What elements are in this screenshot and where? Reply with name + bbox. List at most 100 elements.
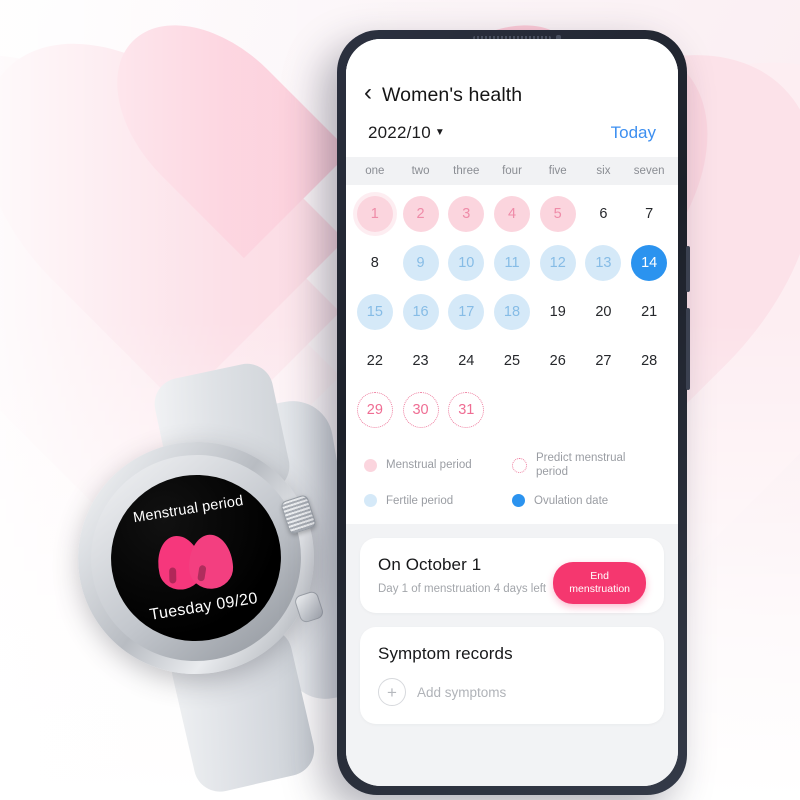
symptom-records-card: Symptom records + Add symptoms	[360, 627, 664, 725]
calendar-cell[interactable]: 12	[535, 240, 581, 286]
weekday-3: three	[453, 165, 480, 177]
calendar-grid: 1 2 3 4 5 6 7 8 9 10 11 12 13 14 15 16 17 18 19 20 21 22 23 24 2…	[352, 191, 672, 433]
calendar-day-31[interactable]: 31	[448, 392, 485, 428]
calendar-day-1[interactable]: 1	[356, 196, 393, 232]
calendar-cell[interactable]: 18	[489, 289, 535, 335]
calendar-day-21[interactable]: 21	[631, 294, 667, 330]
legend-swatch-icon	[512, 494, 525, 508]
calendar-cell[interactable]: 22	[352, 338, 398, 384]
calendar-cell[interactable]: 31	[443, 387, 489, 433]
calendar-cell[interactable]: 3	[443, 191, 489, 237]
calendar-day-20[interactable]: 20	[585, 294, 621, 330]
calendar-day-13[interactable]: 13	[585, 245, 622, 281]
calendar-day-22[interactable]: 22	[357, 343, 393, 379]
calendar-day-8[interactable]: 8	[357, 245, 393, 281]
blood-drop-right	[187, 533, 235, 590]
calendar-cell[interactable]: 4	[489, 191, 535, 237]
calendar-cell[interactable]: 19	[535, 289, 581, 335]
blood-drop-highlight	[169, 567, 177, 584]
calendar-day-24[interactable]: 24	[448, 343, 484, 379]
plus-circle-icon[interactable]: +	[378, 678, 406, 707]
calendar-cell[interactable]: 11	[489, 240, 535, 286]
calendar-day-3[interactable]: 3	[448, 196, 485, 232]
watch-screen[interactable]: Menstrual period Tuesday 09/20	[99, 462, 293, 654]
legend-label: Ovulation date	[534, 494, 609, 507]
calendar-cell[interactable]: 27	[581, 338, 627, 384]
calendar-day-12[interactable]: 12	[539, 245, 576, 281]
calendar-cell[interactable]: 30	[398, 387, 444, 433]
calendar-cell[interactable]: 15	[352, 289, 398, 335]
calendar-cell[interactable]: 25	[489, 338, 535, 384]
legend-label: Predict menstrual period	[536, 452, 626, 479]
calendar-day-9[interactable]: 9	[402, 245, 439, 281]
calendar-cell[interactable]: 9	[398, 240, 444, 286]
calendar-cell[interactable]: 10	[443, 240, 489, 286]
calendar-day-4[interactable]: 4	[493, 196, 530, 232]
calendar-cell[interactable]: 1	[352, 191, 398, 237]
calendar-day-17[interactable]: 17	[448, 294, 485, 330]
calendar-cell[interactable]: 8	[352, 240, 398, 286]
calendar-cell[interactable]: 21	[626, 289, 672, 335]
calendar-day-26[interactable]: 26	[540, 343, 576, 379]
phone-device: ‹ Women's health 2022/10 ▼ Today one two…	[337, 30, 690, 795]
womens-health-app: ‹ Women's health 2022/10 ▼ Today one two…	[346, 39, 678, 786]
legend-item: Menstrual period	[364, 451, 512, 480]
legend-item: Fertile period	[364, 494, 512, 508]
phone-screen: ‹ Women's health 2022/10 ▼ Today one two…	[346, 39, 678, 786]
calendar-cell[interactable]: 13	[581, 240, 627, 286]
symptom-records-title: Symptom records	[378, 644, 513, 664]
legend-label: Fertile period	[386, 494, 454, 507]
weekday-header: one two three four five six seven	[346, 157, 678, 185]
calendar-cell[interactable]: 28	[626, 338, 672, 384]
calendar-day-7[interactable]: 7	[631, 196, 667, 232]
calendar-day-16[interactable]: 16	[402, 294, 439, 330]
legend-item: Predict menstrual period	[512, 451, 660, 480]
month-label[interactable]: 2022/10	[368, 123, 431, 143]
weekday-6: six	[596, 165, 611, 177]
calendar-day-10[interactable]: 10	[448, 245, 485, 281]
calendar-cell[interactable]: 24	[443, 338, 489, 384]
chevron-left-icon[interactable]: ‹	[364, 81, 372, 105]
calendar-cell[interactable]: 29	[352, 387, 398, 433]
calendar-cell[interactable]: 2	[398, 191, 444, 237]
end-menstruation-button[interactable]: End menstruation	[553, 562, 646, 604]
weekday-7: seven	[633, 165, 665, 177]
month-selector-bar: 2022/10 ▼ Today	[346, 111, 678, 157]
calendar-day-6[interactable]: 6	[585, 196, 621, 232]
power-button[interactable]	[686, 308, 690, 390]
today-button[interactable]: Today	[611, 123, 656, 143]
calendar-day-2[interactable]: 2	[402, 196, 439, 232]
chevron-down-icon[interactable]: ▼	[435, 127, 445, 138]
add-symptoms-row[interactable]: + Add symptoms	[378, 678, 646, 707]
calendar-day-30[interactable]: 30	[402, 392, 439, 428]
calendar-day-11[interactable]: 11	[493, 245, 530, 281]
calendar-cell[interactable]: 14	[626, 240, 672, 286]
weekday-4: four	[502, 165, 522, 177]
end-menstruation-line1: End	[590, 570, 609, 583]
calendar-day-27[interactable]: 27	[585, 343, 621, 379]
calendar-cell[interactable]: 23	[398, 338, 444, 384]
calendar-day-28[interactable]: 28	[631, 343, 667, 379]
weekday-2: two	[411, 165, 430, 177]
calendar-cell[interactable]: 20	[581, 289, 627, 335]
calendar-cell[interactable]: 6	[581, 191, 627, 237]
calendar-cell[interactable]: 26	[535, 338, 581, 384]
calendar-day-29[interactable]: 29	[356, 392, 393, 428]
calendar-day-18[interactable]: 18	[493, 294, 530, 330]
calendar-day-14[interactable]: 14	[631, 245, 668, 281]
calendar-cell[interactable]: 7	[626, 191, 672, 237]
calendar-day-15[interactable]: 15	[356, 294, 393, 330]
volume-button[interactable]	[686, 246, 690, 292]
blood-drops-icon	[152, 521, 240, 594]
calendar-day-23[interactable]: 23	[403, 343, 439, 379]
calendar-day-19[interactable]: 19	[540, 294, 576, 330]
smartwatch: Menstrual period Tuesday 09/20	[61, 358, 378, 797]
calendar-cell[interactable]: 17	[443, 289, 489, 335]
calendar-day-5[interactable]: 5	[539, 196, 576, 232]
calendar-day-25[interactable]: 25	[494, 343, 530, 379]
cycle-status-card: On October 1 Day 1 of menstruation 4 day…	[360, 538, 664, 614]
calendar-cell[interactable]: 5	[535, 191, 581, 237]
legend-item: Ovulation date	[512, 494, 660, 508]
calendar-cell[interactable]: 16	[398, 289, 444, 335]
add-symptoms-label: Add symptoms	[417, 684, 507, 700]
